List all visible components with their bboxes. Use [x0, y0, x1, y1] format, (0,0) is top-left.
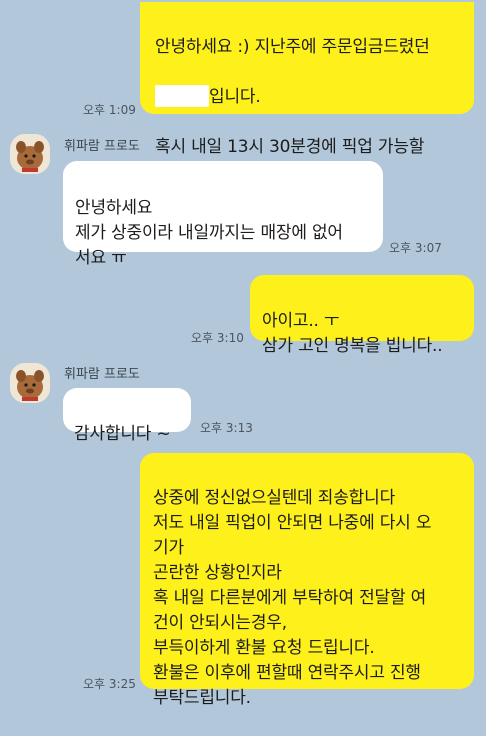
message-text: 아이고.. ㅜ 삼가 고인 명복을 빕니다..: [262, 311, 443, 356]
message-timestamp: 오후 1:09: [83, 103, 136, 117]
message-timestamp: 오후 3:25: [83, 677, 136, 691]
chat-bubble-incoming[interactable]: 안녕하세요 제가 상중이라 내일까지는 매장에 없어 서요 ㅠ: [63, 161, 383, 268]
bear-character-icon: [10, 134, 50, 174]
sender-name: 휘파람 프로도: [64, 367, 140, 382]
sender-name: 휘파람 프로도: [64, 139, 140, 154]
message-text: 감사합니다 ~: [74, 424, 171, 444]
bear-character-icon: [10, 363, 50, 403]
message-timestamp: 오후 3:10: [191, 331, 244, 345]
chat-bubble-outgoing[interactable]: 아이고.. ㅜ 삼가 고인 명복을 빕니다..: [250, 275, 474, 356]
message-timestamp: 오후 3:07: [389, 241, 442, 255]
sender-avatar[interactable]: [10, 134, 50, 174]
message-text: 안녕하세요 제가 상중이라 내일까지는 매장에 없어 서요 ㅠ: [75, 198, 343, 268]
sender-avatar[interactable]: [10, 363, 50, 403]
redacted-name-block: [155, 85, 209, 107]
chat-bubble-incoming[interactable]: 감사합니다 ~: [63, 388, 191, 444]
chat-bubble-outgoing[interactable]: 상중에 정신없으실텐데 죄송합니다 저도 내일 픽업이 안되면 나중에 다시 오…: [140, 453, 474, 708]
message-text-line: 안녕하세요 :) 지난주에 주문입금드렸던: [155, 37, 430, 57]
chat-bubble-outgoing[interactable]: 안녕하세요 :) 지난주에 주문입금드렸던 입니다. 혹시 내일 13시 30분…: [140, 2, 474, 182]
message-timestamp: 오후 3:13: [200, 421, 253, 435]
message-text: 상중에 정신없으실텐데 죄송합니다 저도 내일 픽업이 안되면 나중에 다시 오…: [153, 488, 432, 708]
message-text-suffix: 입니다.: [209, 87, 261, 107]
message-text-line: 입니다.: [155, 85, 474, 110]
